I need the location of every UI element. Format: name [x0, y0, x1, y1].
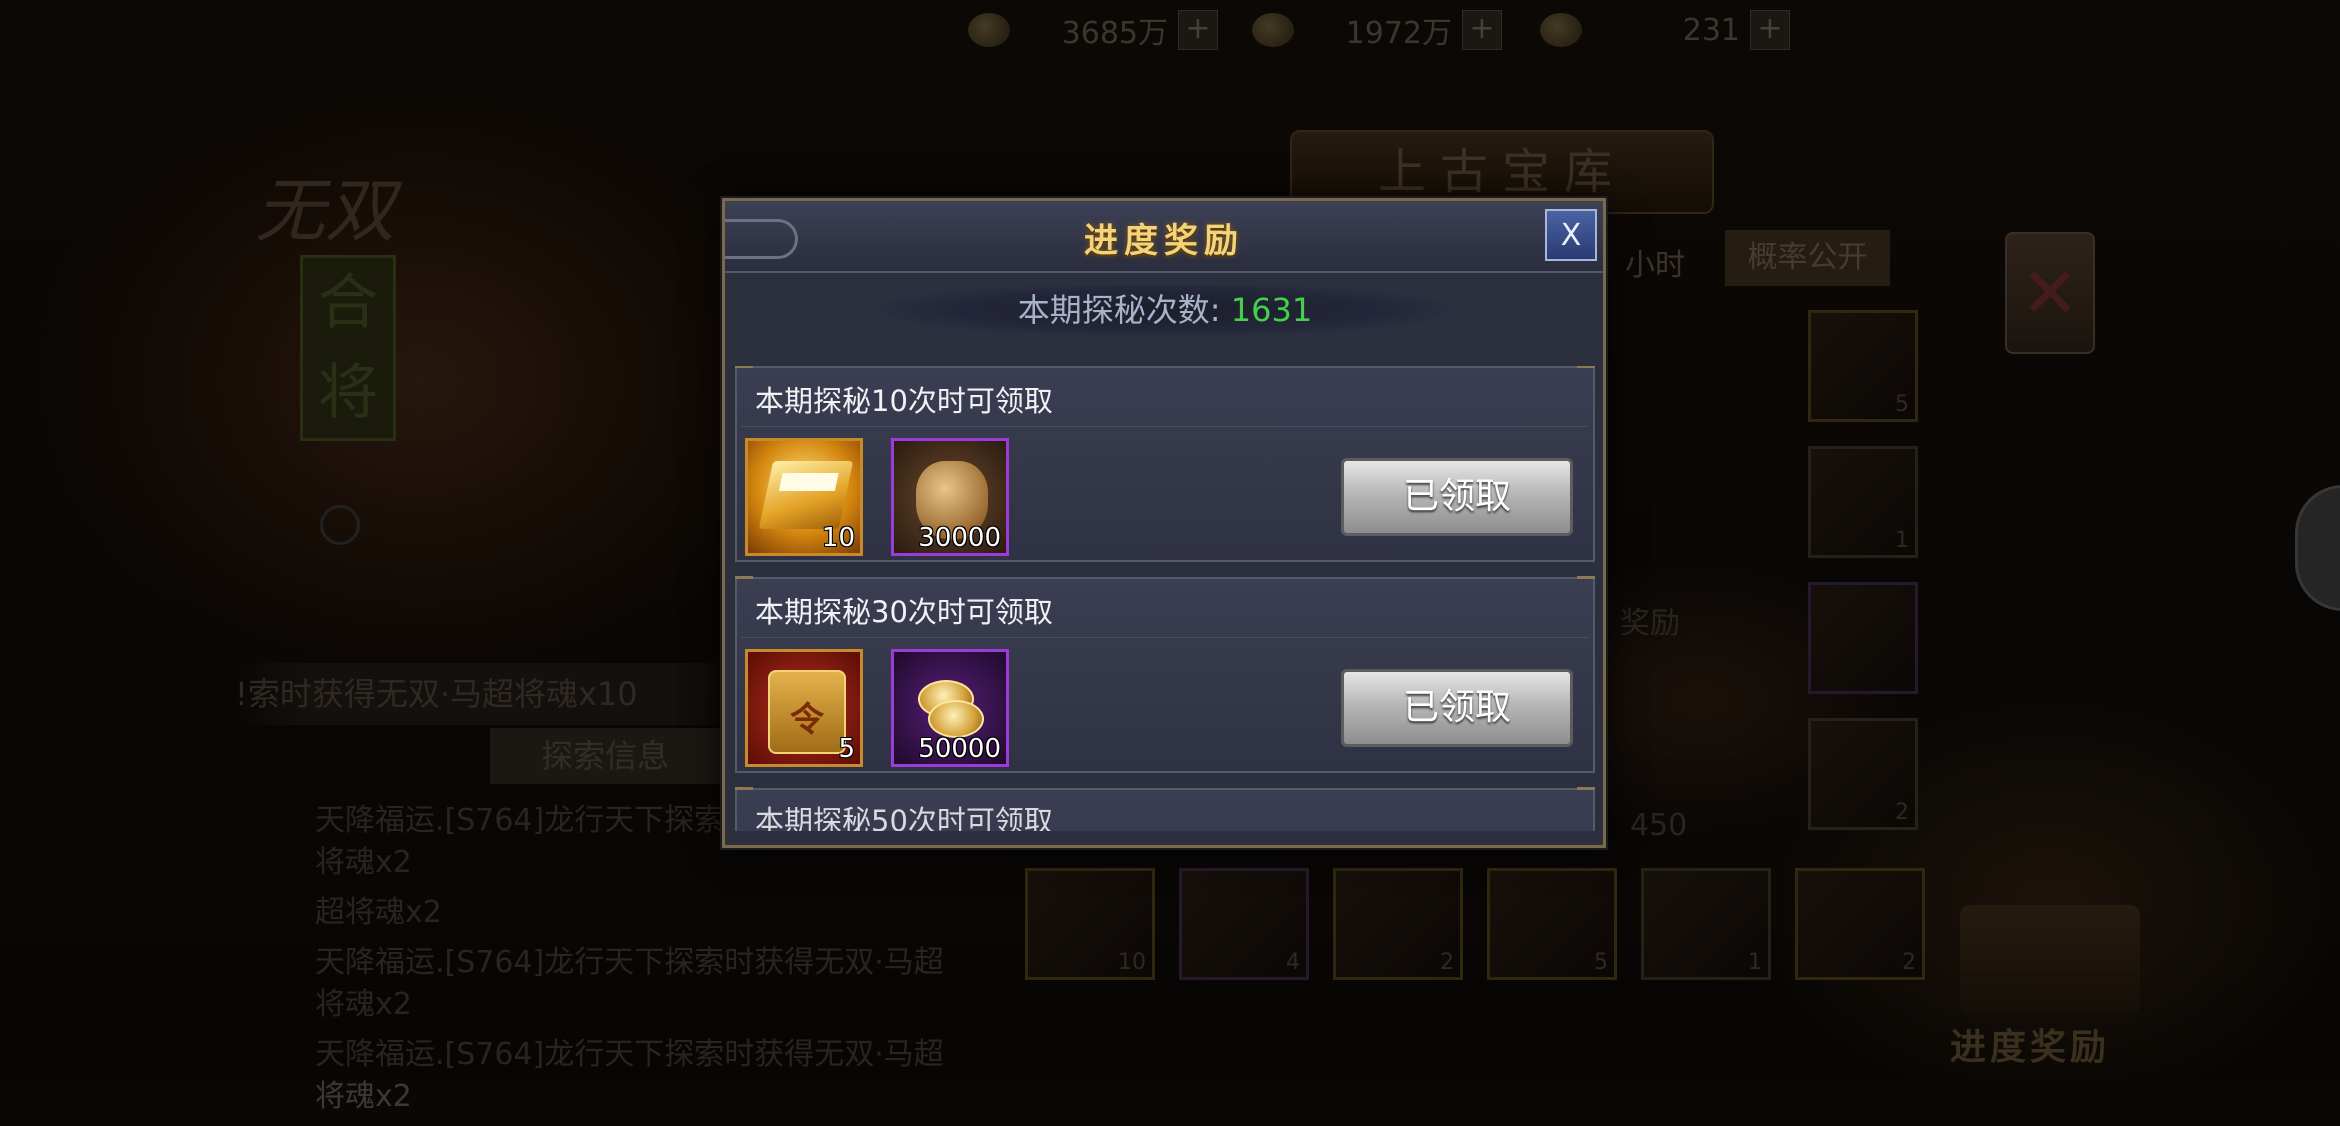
- progress-reward-dialog: 进度奖励 X 本期探秘次数: 1631 本期探秘10次时可领取 10 30000…: [722, 198, 1606, 848]
- claimed-button[interactable]: 已领取: [1341, 458, 1573, 536]
- item-quantity: 30000: [918, 523, 1001, 553]
- reward-card-title: 本期探秘30次时可领取: [755, 595, 1053, 629]
- dialog-title: 进度奖励: [1084, 221, 1244, 261]
- command-token-icon[interactable]: 令 5: [745, 649, 863, 767]
- reward-card-title: 本期探秘10次时可领取: [755, 384, 1053, 418]
- explore-count-bar: 本期探秘次数: 1631: [860, 285, 1470, 335]
- item-quantity: 50000: [918, 734, 1001, 764]
- explore-count-label: 本期探秘次数:: [1017, 291, 1231, 329]
- reward-list[interactable]: 本期探秘10次时可领取 10 30000 已领取 本期探秘30次时可领取 令 5: [735, 366, 1595, 831]
- reward-card: 本期探秘30次时可领取 令 5 50000 已领取: [735, 576, 1595, 773]
- explore-count-value: 1631: [1230, 291, 1313, 329]
- reward-card: 本期探秘50次时可领取: [735, 787, 1595, 831]
- item-quantity: 10: [821, 523, 855, 553]
- money-bag-icon[interactable]: 30000: [891, 438, 1009, 556]
- reward-card: 本期探秘10次时可领取 10 30000 已领取: [735, 366, 1595, 562]
- reward-card-title: 本期探秘50次时可领取: [755, 804, 1053, 831]
- close-button[interactable]: X: [1545, 209, 1597, 261]
- copper-coin-icon[interactable]: 50000: [891, 649, 1009, 767]
- dialog-header: 进度奖励 X: [725, 201, 1603, 273]
- gold-bar-icon[interactable]: 10: [745, 438, 863, 556]
- claimed-button[interactable]: 已领取: [1341, 669, 1573, 747]
- item-quantity: 5: [838, 734, 855, 764]
